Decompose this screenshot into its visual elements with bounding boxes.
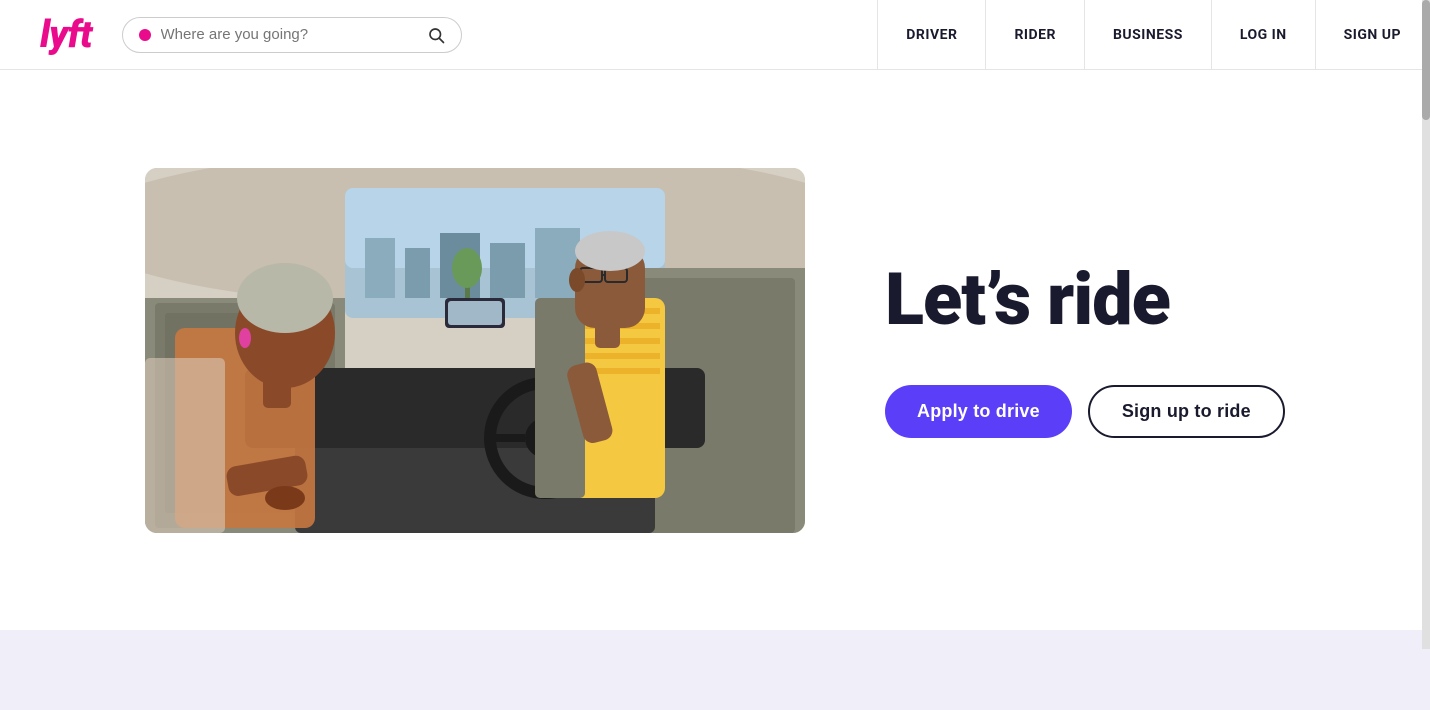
- hero-image: [145, 168, 805, 533]
- search-bar: [122, 17, 462, 53]
- nav-driver[interactable]: DRIVER: [877, 0, 985, 70]
- scrollbar-track[interactable]: [1422, 0, 1430, 649]
- search-icon: [427, 26, 445, 44]
- nav-business[interactable]: BUSINESS: [1084, 0, 1211, 70]
- lyft-logo[interactable]: lyft: [40, 16, 92, 54]
- header: lyft DRIVER RIDER BUSINESS LOG IN SIGN U…: [0, 0, 1430, 70]
- search-submit-button[interactable]: [427, 26, 445, 44]
- search-input[interactable]: [161, 26, 419, 43]
- hero-buttons: Apply to drive Sign up to ride: [885, 385, 1285, 438]
- main-nav: DRIVER RIDER BUSINESS LOG IN SIGN UP: [877, 0, 1430, 69]
- sign-up-to-ride-button[interactable]: Sign up to ride: [1088, 385, 1285, 438]
- apply-to-drive-button[interactable]: Apply to drive: [885, 385, 1072, 438]
- car-interior-svg: [145, 168, 805, 533]
- hero-heading: Let’s ride: [885, 262, 1170, 338]
- hero-section: Let’s ride Apply to drive Sign up to rid…: [0, 70, 1430, 630]
- footer-bar: [0, 630, 1430, 710]
- hero-text: Let’s ride Apply to drive Sign up to rid…: [885, 262, 1370, 439]
- nav-rider[interactable]: RIDER: [985, 0, 1084, 70]
- scrollbar-thumb[interactable]: [1422, 0, 1430, 120]
- logo-area: lyft: [40, 16, 92, 54]
- nav-signup[interactable]: SIGN UP: [1315, 0, 1430, 70]
- location-dot-icon: [139, 29, 151, 41]
- nav-login[interactable]: LOG IN: [1211, 0, 1315, 70]
- search-bar-wrapper: [122, 17, 462, 53]
